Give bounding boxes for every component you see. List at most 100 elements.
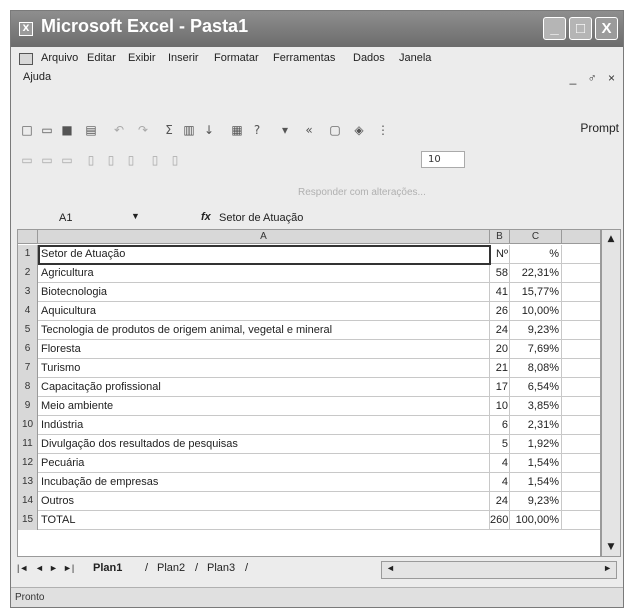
review-icon[interactable]: ▭ xyxy=(19,152,35,168)
cell-a[interactable]: Indústria xyxy=(38,416,490,435)
column-header-b[interactable]: B xyxy=(490,230,510,244)
horizontal-scrollbar[interactable]: ◄ ► xyxy=(381,561,617,579)
cell-d[interactable] xyxy=(562,435,600,454)
formula-content[interactable]: Setor de Atuação xyxy=(219,212,303,224)
menu-arquivo[interactable]: Arquivo xyxy=(41,52,78,64)
menu-formatar[interactable]: Formatar xyxy=(214,52,259,64)
row-number[interactable]: 15 xyxy=(18,511,38,530)
menu-inserir[interactable]: Inserir xyxy=(168,52,199,64)
cell-a[interactable]: Biotecnologia xyxy=(38,283,490,302)
row-number[interactable]: 9 xyxy=(18,397,38,416)
minimize-button[interactable]: _ xyxy=(543,17,566,40)
cell-d[interactable] xyxy=(562,473,600,492)
cell-b[interactable]: 5 xyxy=(490,435,510,454)
cell-b[interactable]: 26 xyxy=(490,302,510,321)
scroll-up-icon[interactable]: ▲ xyxy=(604,232,618,246)
print-icon[interactable]: ▤ xyxy=(83,122,99,138)
scroll-right-icon[interactable]: ► xyxy=(603,563,612,573)
review-end-icon[interactable]: ▯ xyxy=(167,152,183,168)
reply-with-changes[interactable]: Responder com alterações... xyxy=(298,187,426,198)
cell-c[interactable]: 10,00% xyxy=(510,302,562,321)
worksheet-grid[interactable]: A B C 1 Setor de Atuação Nº% 2 Agricultura 58… xyxy=(17,229,601,557)
cell-d[interactable] xyxy=(562,454,600,473)
review-next-icon[interactable]: ▭ xyxy=(59,152,75,168)
save-icon[interactable]: ■ xyxy=(59,122,75,138)
cell-d[interactable] xyxy=(562,340,600,359)
title-bar[interactable]: X Microsoft Excel - Pasta1 _ □ X xyxy=(11,11,623,47)
font-increase-icon[interactable]: « xyxy=(301,122,317,138)
cell-b[interactable]: 20 xyxy=(490,340,510,359)
maximize-button[interactable]: □ xyxy=(569,17,592,40)
row-number[interactable]: 2 xyxy=(18,264,38,283)
cell-b[interactable]: 6 xyxy=(490,416,510,435)
cell-d[interactable] xyxy=(562,264,600,283)
cell-d[interactable] xyxy=(562,302,600,321)
first-sheet-icon[interactable]: |◄ xyxy=(17,563,28,573)
cell-d[interactable] xyxy=(562,492,600,511)
row-number[interactable]: 12 xyxy=(18,454,38,473)
row-number[interactable]: 14 xyxy=(18,492,38,511)
cell-c[interactable]: 2,31% xyxy=(510,416,562,435)
cell-b[interactable]: 4 xyxy=(490,473,510,492)
cell-a[interactable]: Pecuária xyxy=(38,454,490,473)
cell-a[interactable]: Incubação de empresas xyxy=(38,473,490,492)
close-button[interactable]: X xyxy=(595,17,618,40)
cell-c[interactable]: 15,77% xyxy=(510,283,562,302)
cell-c[interactable]: % xyxy=(510,245,562,264)
menu-ferramentas[interactable]: Ferramentas xyxy=(273,52,335,64)
next-sheet-icon[interactable]: ► xyxy=(49,563,58,573)
review-track-icon[interactable]: ▯ xyxy=(83,152,99,168)
document-icon[interactable] xyxy=(19,53,33,65)
sheet-tab-plan1[interactable]: Plan1 xyxy=(93,562,122,574)
fill-color-icon[interactable]: ◈ xyxy=(351,122,367,138)
cell-a[interactable]: Setor de Atuação xyxy=(38,245,490,264)
cell-a[interactable]: Agricultura xyxy=(38,264,490,283)
new-file-icon[interactable]: □ xyxy=(19,122,35,138)
help-icon[interactable]: ? xyxy=(249,122,265,138)
document-window-controls[interactable]: _ ♂ × xyxy=(570,71,619,85)
fx-icon[interactable]: fx xyxy=(201,211,211,223)
column-header-d[interactable] xyxy=(562,230,600,244)
row-number[interactable]: 1 xyxy=(18,245,38,264)
cell-c[interactable]: 9,23% xyxy=(510,492,562,511)
cell-a[interactable]: Outros xyxy=(38,492,490,511)
cell-d[interactable] xyxy=(562,511,600,530)
cell-a[interactable]: Turismo xyxy=(38,359,490,378)
cell-c[interactable]: 1,54% xyxy=(510,454,562,473)
cell-d[interactable] xyxy=(562,416,600,435)
cell-b[interactable]: 10 xyxy=(490,397,510,416)
autosum-icon[interactable]: Σ xyxy=(161,122,177,138)
menu-exibir[interactable]: Exibir xyxy=(128,52,156,64)
insert-chart-icon[interactable]: ▥ xyxy=(181,122,197,138)
cell-b[interactable]: 41 xyxy=(490,283,510,302)
cell-c[interactable]: 1,54% xyxy=(510,473,562,492)
redo-icon[interactable]: ↷ xyxy=(135,122,151,138)
cell-d[interactable] xyxy=(562,321,600,340)
review-accept-icon[interactable]: ▯ xyxy=(103,152,119,168)
scroll-left-icon[interactable]: ◄ xyxy=(386,563,395,573)
cell-b[interactable]: 4 xyxy=(490,454,510,473)
cell-c[interactable]: 9,23% xyxy=(510,321,562,340)
cell-a[interactable]: Aquicultura xyxy=(38,302,490,321)
cell-d[interactable] xyxy=(562,359,600,378)
chart-wizard-icon[interactable]: ▦ xyxy=(229,122,245,138)
cell-b[interactable]: 260 xyxy=(490,511,510,530)
name-box-dropdown-icon[interactable]: ▼ xyxy=(131,211,140,221)
menu-ajuda[interactable]: Ajuda xyxy=(23,71,51,83)
cell-c[interactable]: 1,92% xyxy=(510,435,562,454)
cell-b[interactable]: 24 xyxy=(490,321,510,340)
vertical-scrollbar[interactable]: ▲ ▼ xyxy=(601,229,621,557)
toolbar-options-icon[interactable]: ⋮ xyxy=(375,122,391,138)
cell-a[interactable]: Divulgação dos resultados de pesquisas xyxy=(38,435,490,454)
cell-b[interactable]: 24 xyxy=(490,492,510,511)
cell-a[interactable]: Floresta xyxy=(38,340,490,359)
prev-sheet-icon[interactable]: ◄ xyxy=(35,563,44,573)
cell-a[interactable]: Meio ambiente xyxy=(38,397,490,416)
menu-editar[interactable]: Editar xyxy=(87,52,116,64)
row-number[interactable]: 6 xyxy=(18,340,38,359)
row-number[interactable]: 5 xyxy=(18,321,38,340)
cell-b[interactable]: Nº xyxy=(490,245,510,264)
menu-dados[interactable]: Dados xyxy=(353,52,385,64)
column-header-c[interactable]: C xyxy=(510,230,562,244)
row-number[interactable]: 4 xyxy=(18,302,38,321)
